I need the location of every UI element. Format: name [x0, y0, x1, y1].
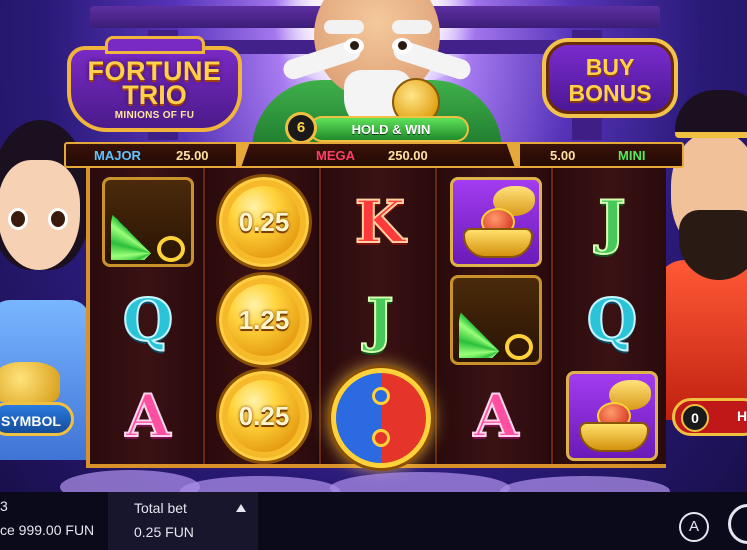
hold-and-win-indicator: HOLD & WIN 6 [285, 112, 470, 144]
symbol-coin: 0.25 [214, 174, 314, 270]
fan-tassel [505, 334, 533, 360]
total-bet-label: Total bet [134, 500, 187, 516]
symbol-j: J [330, 272, 430, 368]
symbol-coin: 1.25 [214, 272, 314, 368]
right-badge-count: 0 [681, 404, 709, 432]
bottom-bar: 3 ce 999.00 FUN Total bet 0.25 FUN [0, 492, 747, 550]
ingot-tile [566, 371, 658, 461]
emperor-robe [655, 260, 747, 420]
coin-value: 0.25 [219, 177, 309, 267]
symbol-ingot [446, 174, 546, 270]
bottom-left-line-1: 3 [0, 498, 8, 514]
fan-tassel [157, 236, 185, 262]
jackpot-mega-value: 250.00 [388, 148, 428, 163]
reel-separator [203, 168, 205, 464]
symbol-coin: 0.25 [214, 368, 314, 464]
logo-subtitle: MINIONS OF FU [114, 110, 195, 121]
old-man-eye-left [344, 38, 364, 54]
jackpot-mini-label: MINI [618, 148, 646, 163]
yin-yang-dot [372, 429, 390, 447]
game-logo: FORTUNE TRIO MINIONS OF FU [67, 36, 242, 132]
balance-text: ce 999.00 FUN [0, 522, 95, 538]
symbol-badge-label: SYMBOL [1, 413, 61, 429]
old-man-eye-right [392, 38, 412, 54]
coin-value: 0.25 [219, 371, 309, 461]
jackpot-divider [506, 142, 520, 168]
fan-tile [102, 177, 194, 267]
hold-and-win-count: 6 [285, 112, 317, 144]
jackpot-bar: MAJOR 25.00 MEGA 250.00 5.00 MINI [64, 142, 684, 168]
logo-line-2: TRIO [122, 80, 187, 110]
jackpot-mini-value: 5.00 [550, 148, 576, 163]
yin-yang-icon [331, 368, 431, 468]
girl-eye-right [48, 208, 68, 230]
symbol-q: Q [98, 272, 198, 368]
symbol-a: A [446, 368, 546, 464]
jackpot-major-label: MAJOR [94, 148, 141, 163]
hold-and-win-label: HOLD & WIN [351, 122, 431, 137]
buy-bonus-line-1: BUY [585, 54, 635, 80]
emperor-hat [675, 90, 747, 138]
symbol-badge-button[interactable]: SYMBOL [0, 402, 74, 436]
symbol-q: Q [562, 272, 662, 368]
fan-tile [450, 275, 542, 365]
symbol-j: J [562, 174, 662, 270]
gold-ingot-icon [579, 422, 649, 452]
emperor-character [655, 90, 747, 420]
total-bet-panel: Total bet 0.25 FUN [108, 492, 258, 550]
right-badge[interactable]: 0 H [672, 398, 747, 436]
old-man-brow-right [392, 20, 432, 34]
jackpot-divider [236, 142, 250, 168]
gold-pile [0, 362, 60, 402]
reel-separator [551, 168, 553, 464]
letter-a: A [472, 381, 519, 451]
game-scene: FORTUNE TRIO MINIONS OF FU BUY BONUS HOL… [0, 0, 747, 550]
auto-spin-icon[interactable]: A [679, 512, 709, 542]
yin-yang-dot [372, 387, 390, 405]
total-bet-value: 0.25 FUN [134, 524, 194, 540]
logo-roof [105, 36, 205, 54]
jackpot-mega-label: MEGA [316, 148, 355, 163]
bet-increase-icon[interactable] [236, 504, 246, 512]
symbol-fan [446, 272, 546, 368]
jackpot-major-value: 25.00 [176, 148, 209, 163]
symbol-a: A [98, 368, 198, 464]
letter-q: Q [586, 285, 639, 355]
gold-ingot-icon [463, 228, 533, 258]
reel-grid: Q A 0.25 1.25 0.25 K J A J Q [86, 168, 666, 468]
symbol-yin-yang [326, 364, 436, 472]
ingot-tile [450, 177, 542, 267]
symbol-k: K [330, 174, 430, 270]
symbol-ingot [562, 368, 662, 464]
letter-j: J [365, 285, 394, 355]
letter-k: K [354, 187, 406, 257]
girl-eye-left [8, 208, 28, 230]
reel-separator [319, 168, 321, 464]
right-badge-label: H [737, 408, 747, 424]
old-man-brow-left [324, 20, 364, 34]
letter-a: A [124, 381, 171, 451]
letter-q: Q [122, 285, 175, 355]
coin-value: 1.25 [219, 275, 309, 365]
letter-j: J [597, 187, 626, 257]
symbol-fan [98, 174, 198, 270]
